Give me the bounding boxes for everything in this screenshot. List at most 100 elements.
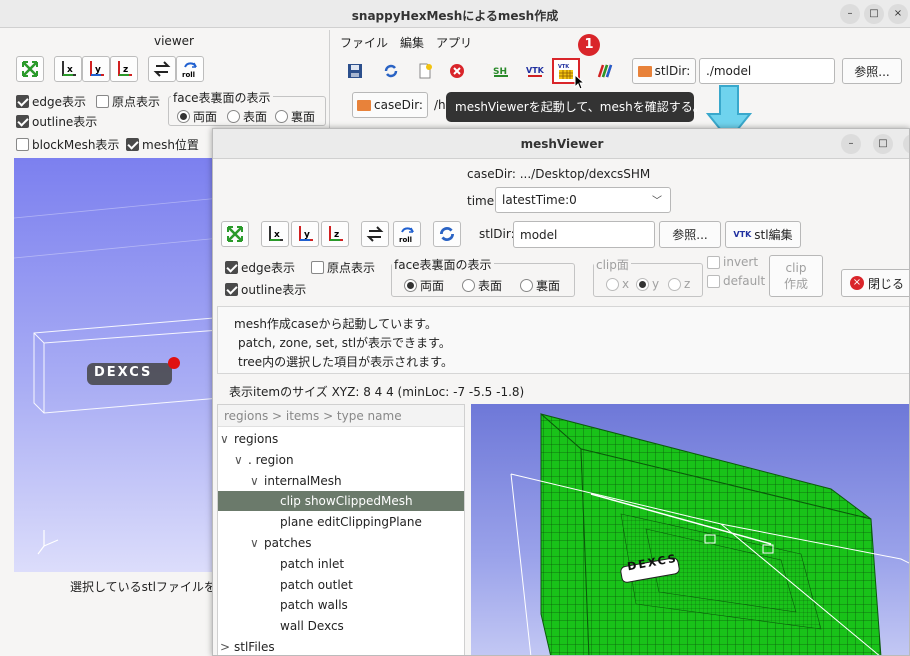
reload-icon[interactable] [380, 60, 402, 82]
z-view-button[interactable]: z [110, 56, 138, 82]
mv-reload-button[interactable] [433, 221, 461, 247]
case-dir-button[interactable]: caseDir: [352, 92, 428, 118]
mv-face-both-label: 両面 [420, 279, 445, 293]
color-icon[interactable] [594, 60, 616, 82]
tree-item[interactable]: ∨ patches [218, 533, 464, 553]
mv-clip-z-radio[interactable]: z [668, 277, 690, 291]
x-view-button[interactable]: x [54, 56, 82, 82]
mv-clip-y-label: y [652, 277, 660, 291]
mv-close-window-button[interactable]: × [903, 134, 909, 154]
swap-view-button[interactable] [148, 56, 176, 82]
mv-viewport[interactable]: DEXCS [471, 404, 909, 655]
new-icon[interactable] [414, 60, 436, 82]
mv-origin-checkbox[interactable]: 原点表示 [311, 259, 375, 276]
stl-dir-button[interactable]: stlDir: [632, 58, 696, 84]
tree-item[interactable]: ∨ internalMesh [218, 471, 464, 491]
mv-maximize-button[interactable]: □ [873, 134, 893, 154]
roll-button[interactable]: roll [176, 56, 204, 82]
mv-close-icon: × [850, 276, 864, 290]
mv-edge-checkbox[interactable]: edge表示 [225, 259, 295, 276]
face-back-radio[interactable]: 裏面 [275, 108, 315, 125]
tree-item-label: regions [234, 432, 279, 446]
mv-clip-create-button[interactable]: clip 作成 [769, 255, 823, 297]
main-viewport[interactable]: DEXCS [14, 158, 220, 572]
mv-outline-label: outline表示 [241, 283, 307, 297]
blockmesh-checkbox[interactable]: blockMesh表示 [16, 136, 119, 153]
tree-item-label: patches [264, 536, 312, 550]
mv-roll-button[interactable]: roll [393, 221, 421, 247]
svg-text:z: z [123, 65, 128, 75]
mv-fit-view-button[interactable] [221, 221, 249, 247]
mv-message-box: mesh作成caseから起動しています。 patch, zone, set, s… [217, 306, 909, 374]
fit-icon [22, 61, 38, 77]
vtk-icon[interactable]: VTK [524, 60, 546, 82]
outline-checkbox[interactable]: outline表示 [16, 113, 97, 130]
tree-item-label: internalMesh [264, 473, 342, 488]
mv-message-line2: patch, zone, set, stlが表示できます。 [238, 336, 451, 350]
minimize-button[interactable]: – [840, 4, 860, 24]
face-both-radio[interactable]: 両面 [177, 108, 217, 125]
tree-item[interactable]: patch inlet [218, 554, 464, 574]
face-front-radio[interactable]: 表面 [227, 108, 267, 125]
grid-icon: VTK [558, 64, 573, 79]
mv-face-front-radio[interactable]: 表面 [462, 277, 502, 294]
mv-browse-button[interactable]: 参照... [659, 221, 721, 248]
tooltip: meshViewerを起動して、meshを確認する。 [446, 92, 705, 122]
tree-item[interactable]: patch outlet [218, 575, 464, 595]
edge-checkbox[interactable]: edge表示 [16, 93, 86, 110]
y-view-button[interactable]: y [82, 56, 110, 82]
mv-fit-icon [227, 226, 243, 242]
mv-stl-field[interactable]: model [513, 221, 655, 248]
chevron-right-icon[interactable]: > [220, 637, 234, 655]
roll-icon: roll [182, 62, 197, 79]
menu-edit[interactable]: 編集 [400, 34, 424, 52]
mv-clip-y-radio[interactable]: y [636, 277, 659, 291]
mv-face-both-radio[interactable]: 両面 [404, 277, 444, 294]
tree-item[interactable]: plane editClippingPlane [218, 512, 464, 532]
mv-face-front-label: 表面 [478, 279, 503, 293]
mv-outline-checkbox[interactable]: outline表示 [225, 281, 306, 298]
menu-file[interactable]: ファイル [340, 34, 388, 52]
chevron-down-icon[interactable]: ∨ [220, 429, 234, 449]
mv-invert-checkbox[interactable]: invert [707, 255, 758, 269]
close-button[interactable]: × [888, 4, 908, 24]
chevron-down-icon[interactable]: ∨ [250, 533, 264, 553]
mv-x-axis-icon: x [269, 226, 283, 241]
mv-minimize-button[interactable]: – [841, 134, 861, 154]
mv-swap-view-button[interactable] [361, 221, 389, 247]
mv-vtk-icon: VTK [733, 230, 752, 239]
meshpos-checkbox[interactable]: mesh位置 [126, 136, 199, 153]
mv-roll-icon: roll [399, 227, 414, 244]
mv-clip-x-radio[interactable]: x [606, 277, 629, 291]
mv-close-button[interactable]: × 閉じる [841, 269, 909, 297]
vtk-shm-icon[interactable]: SH [490, 60, 512, 82]
mv-face-back-radio[interactable]: 裏面 [520, 277, 560, 294]
tree-item[interactable]: ∨. region [218, 450, 464, 470]
mv-time-select[interactable]: latestTime:0 ﹀ [495, 187, 671, 213]
fit-view-button[interactable] [16, 56, 44, 82]
stop-icon[interactable] [446, 60, 468, 82]
mv-y-view-button[interactable]: y [291, 221, 319, 247]
svg-text:VTK: VTK [526, 66, 544, 75]
save-icon[interactable] [344, 60, 366, 82]
main-window-title: snappyHexMeshによるmesh作成 [351, 9, 559, 23]
stl-dir-field[interactable]: ./model [699, 58, 835, 84]
tree-item[interactable]: > stlFiles [218, 637, 464, 655]
tree-item[interactable]: ∨ regions [218, 429, 464, 449]
chevron-down-icon[interactable]: ∨ [250, 471, 264, 491]
tree-item[interactable]: wall Dexcs [218, 616, 464, 636]
chevron-down-icon[interactable]: ∨ [234, 450, 248, 470]
mv-x-view-button[interactable]: x [261, 221, 289, 247]
menu-app[interactable]: アプリ [436, 34, 472, 52]
svg-text:y: y [95, 65, 101, 75]
mv-z-view-button[interactable]: z [321, 221, 349, 247]
mv-default-checkbox[interactable]: default [707, 274, 765, 288]
tree-item[interactable]: clip showClippedMesh [218, 491, 464, 512]
face-both-label: 両面 [193, 110, 218, 124]
maximize-button[interactable]: □ [864, 4, 884, 24]
mv-stl-edit-button[interactable]: VTK stl編集 [725, 221, 801, 248]
stl-browse-button[interactable]: 参照... [842, 58, 902, 84]
mv-clip-btn-line2: 作成 [783, 277, 808, 291]
origin-checkbox[interactable]: 原点表示 [96, 93, 160, 110]
tree-item[interactable]: patch walls [218, 595, 464, 615]
